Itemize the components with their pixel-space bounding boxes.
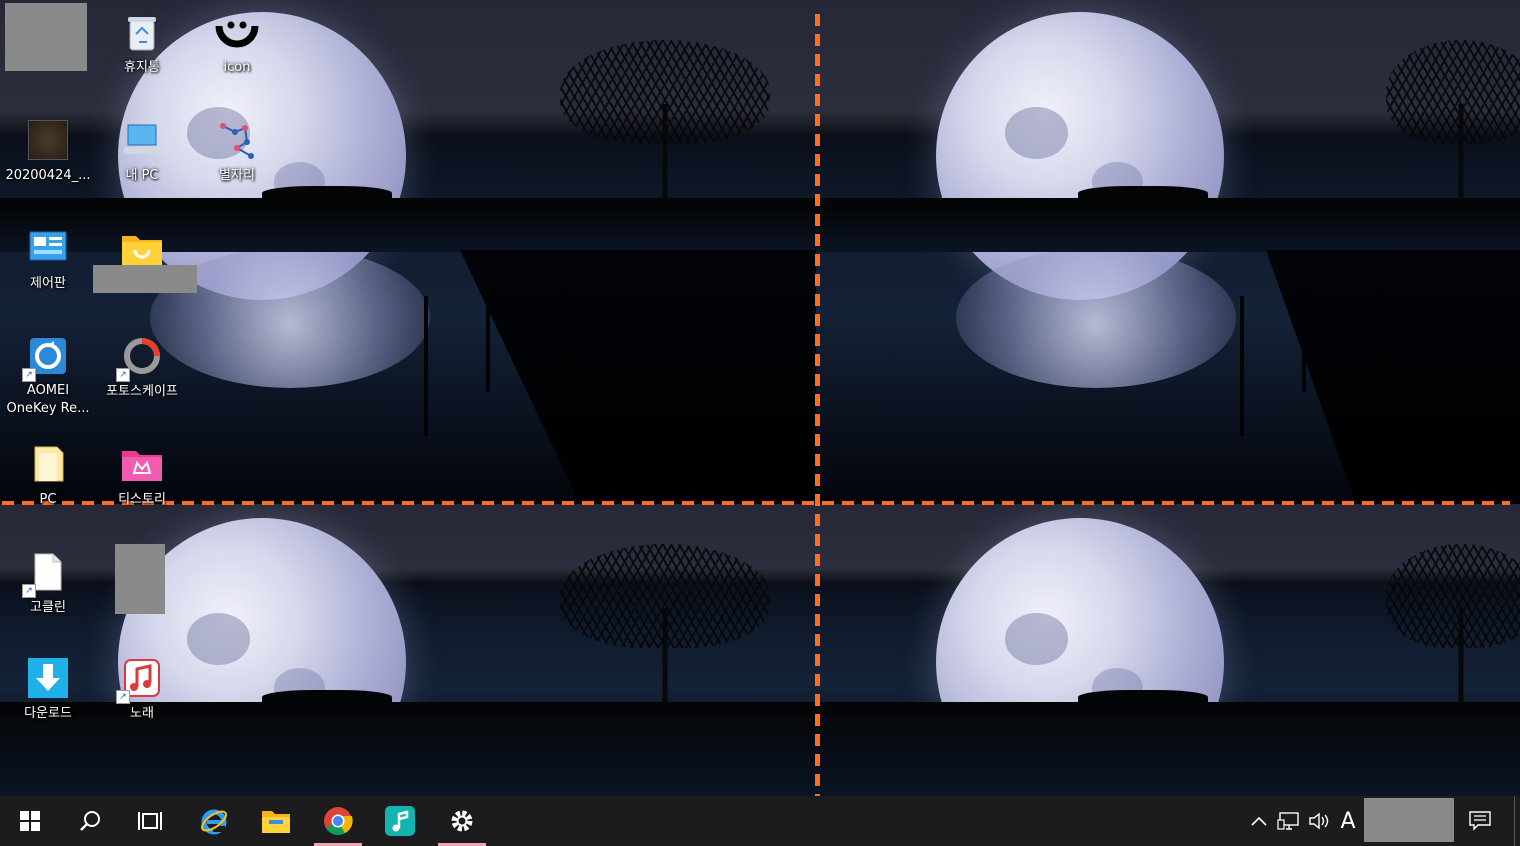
document-glyph: ↗ (22, 548, 72, 598)
tistory-glyph (118, 440, 166, 488)
music-app-icon (385, 806, 415, 836)
shore (816, 212, 1520, 252)
goclean-label: 고클린 (30, 600, 66, 615)
volume-button[interactable] (1304, 796, 1334, 846)
shortcut-arrow-icon: ↗ (116, 368, 130, 382)
redacted-label (93, 265, 197, 293)
tree (560, 40, 770, 200)
taskbar-file-explorer[interactable] (246, 796, 306, 846)
ime-label: A (1340, 808, 1356, 834)
island (1078, 690, 1208, 708)
aomei-icon[interactable]: ↗ AOMEI OneKey Re... (0, 326, 96, 418)
fence-post (1240, 296, 1244, 436)
pc-folder-icon[interactable]: PC (0, 434, 96, 540)
icon-app-icon[interactable]: icon (189, 2, 285, 108)
network-button[interactable] (1274, 796, 1304, 846)
fence-post (424, 296, 428, 436)
shortcut-arrow-icon: ↗ (22, 368, 36, 382)
search-button[interactable] (60, 796, 120, 846)
horizontal-divider (2, 501, 1510, 505)
redacted-icon[interactable] (115, 544, 165, 614)
download-icon[interactable]: 다운로드 (0, 648, 96, 754)
aomei-label-line2: OneKey Re... (6, 401, 90, 416)
tree (560, 544, 770, 704)
taskbar-settings[interactable] (432, 796, 492, 846)
chrome-icon (324, 807, 353, 835)
redacted-icon[interactable] (5, 3, 87, 71)
tree (1386, 544, 1520, 704)
folder-glyph (24, 440, 72, 488)
goclean-icon[interactable]: ↗ 고클린 (0, 542, 96, 648)
recycle-bin-glyph (118, 8, 166, 56)
ime-indicator[interactable]: A (1334, 796, 1362, 846)
download-glyph (24, 654, 72, 702)
my-pc-label: 내 PC (125, 168, 159, 183)
image-thumbnail (24, 116, 72, 164)
shortcut-arrow-icon: ↗ (116, 690, 130, 704)
taskbar: A (0, 796, 1520, 846)
download-label: 다운로드 (24, 706, 72, 721)
icon-app-label: icon (223, 60, 251, 75)
aomei-glyph: ↗ (22, 332, 72, 382)
fence-post (486, 272, 490, 392)
redacted-clock[interactable] (1364, 798, 1454, 842)
wallpaper-panel-top-right (816, 0, 1520, 504)
settings-icon (451, 810, 473, 832)
file-2020-label: 20200424_... (5, 168, 91, 183)
fence-post (1376, 268, 1380, 368)
fence-post (560, 268, 564, 368)
my-pc-icon[interactable]: 내 PC (94, 110, 190, 216)
stars-app-icon[interactable]: 별자리 (189, 110, 285, 216)
wallpaper-panel-bottom-right (816, 504, 1520, 796)
music-glyph: ↗ (116, 654, 166, 704)
shore (816, 716, 1520, 796)
shortcut-arrow-icon: ↗ (22, 584, 36, 598)
taskbar-ie[interactable] (184, 796, 244, 846)
vertical-divider (815, 14, 820, 796)
tistory-label: 티스토리 (118, 492, 166, 507)
song-label: 노래 (130, 706, 154, 721)
task-view-button[interactable] (120, 796, 180, 846)
windows-start-icon (20, 811, 40, 831)
action-center-button[interactable] (1460, 796, 1500, 846)
control-panel-label: 제어판 (30, 276, 66, 291)
island (262, 690, 392, 708)
island (1078, 186, 1208, 204)
constellation-glyph (213, 116, 261, 164)
photoscape-label: 포토스케이프 (106, 384, 178, 399)
riverbank (460, 250, 816, 504)
show-hidden-icons-button[interactable] (1246, 796, 1272, 846)
song-icon[interactable]: ↗ 노래 (94, 648, 190, 754)
fence-post (1302, 272, 1306, 392)
network-icon (1277, 812, 1299, 830)
taskbar-chrome[interactable] (308, 796, 368, 846)
recycle-bin-label: 휴지통 (124, 60, 160, 75)
photoscape-icon[interactable]: ↗ 포토스케이프 (94, 326, 190, 432)
stars-app-label: 별자리 (219, 168, 255, 183)
moon-reflection (956, 248, 1236, 388)
internet-explorer-icon (201, 809, 227, 835)
pc-folder-label: PC (39, 492, 57, 507)
computer-glyph (118, 116, 166, 164)
desktop: 휴지통 icon 20200424_... 내 PC 별자리 제어판 ↗ AOM… (0, 0, 1520, 796)
task-view-icon (138, 812, 162, 830)
show-desktop-button[interactable] (1514, 796, 1520, 846)
recycle-bin-icon[interactable]: 휴지통 (94, 2, 190, 108)
start-button[interactable] (0, 796, 60, 846)
chevron-up-icon (1251, 816, 1267, 826)
file-2020-icon[interactable]: 20200424_... (0, 110, 96, 216)
notification-icon (1469, 811, 1491, 831)
control-panel-glyph (24, 224, 72, 272)
search-icon (80, 811, 100, 831)
tistory-icon[interactable]: 티스토리 (94, 434, 190, 540)
aomei-label-line1: AOMEI (26, 383, 70, 398)
control-panel-icon[interactable]: 제어판 (0, 218, 96, 324)
smiley-glyph (213, 8, 261, 56)
volume-icon (1309, 812, 1329, 830)
taskbar-music-app[interactable] (370, 796, 430, 846)
file-explorer-icon (262, 811, 290, 833)
tree (1386, 40, 1520, 200)
photoscape-glyph: ↗ (116, 332, 166, 382)
